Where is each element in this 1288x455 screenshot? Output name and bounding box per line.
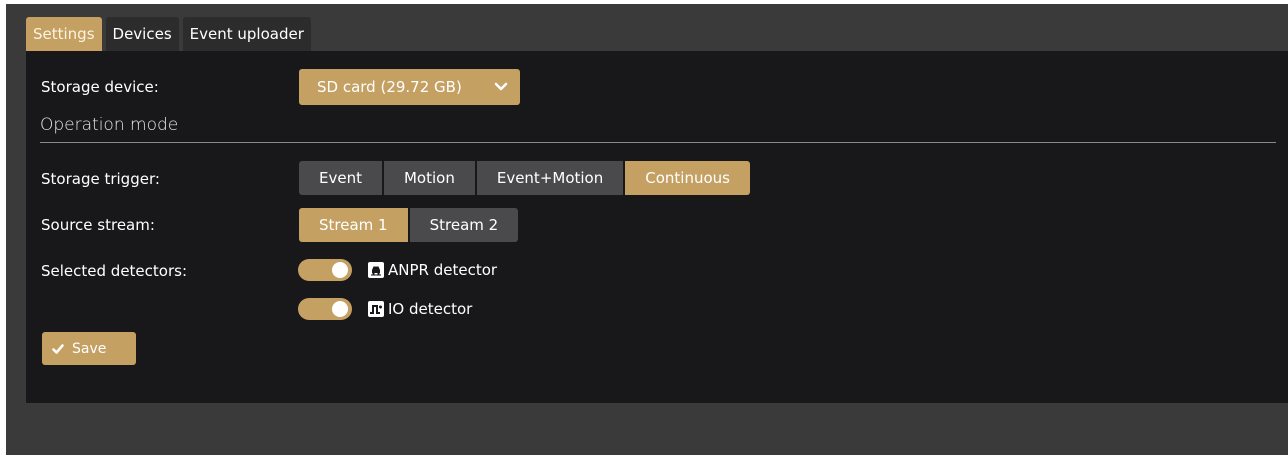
io-detector-toggle[interactable]	[298, 298, 352, 320]
tab-settings[interactable]: Settings	[26, 17, 102, 51]
selected-detectors-label: Selected detectors:	[41, 262, 187, 280]
trigger-continuous-button[interactable]: Continuous	[625, 161, 750, 195]
source-stream-group: Stream 1 Stream 2	[299, 208, 519, 242]
trigger-event-button[interactable]: Event	[299, 161, 382, 195]
chevron-down-icon	[494, 82, 508, 91]
io-detector-label: IO detector	[388, 300, 473, 318]
settings-panel: Storage device: SD card (29.72 GB) Opera…	[26, 51, 1288, 403]
stream-2-button[interactable]: Stream 2	[409, 208, 519, 242]
storage-device-label: Storage device:	[41, 78, 159, 96]
trigger-event-motion-button[interactable]: Event+Motion	[476, 161, 624, 195]
stream-1-button[interactable]: Stream 1	[299, 208, 408, 242]
operation-mode-title: Operation mode	[40, 115, 179, 135]
trigger-motion-button[interactable]: Motion	[383, 161, 475, 195]
tab-event-uploader[interactable]: Event uploader	[182, 17, 311, 51]
toggle-knob	[332, 262, 348, 278]
anpr-detector-toggle[interactable]	[298, 259, 352, 281]
storage-device-value: SD card (29.72 GB)	[317, 78, 462, 96]
detector-row-anpr: ANPR detector	[298, 258, 497, 282]
save-label: Save	[72, 340, 107, 357]
section-divider	[40, 142, 1276, 143]
tab-devices[interactable]: Devices	[105, 17, 179, 51]
detector-row-io: IO detector	[298, 297, 472, 321]
storage-device-select[interactable]: SD card (29.72 GB)	[299, 69, 520, 105]
anpr-detector-label: ANPR detector	[388, 261, 498, 279]
save-button[interactable]: Save	[42, 332, 136, 365]
storage-trigger-group: Event Motion Event+Motion Continuous	[299, 161, 750, 195]
window-left-border	[0, 0, 6, 455]
window-top-border	[0, 0, 1288, 4]
check-icon	[52, 343, 64, 354]
tab-bar: Settings Devices Event uploader	[26, 17, 315, 51]
source-stream-label: Source stream:	[41, 216, 155, 234]
storage-trigger-label: Storage trigger:	[41, 170, 160, 188]
car-icon	[368, 262, 384, 278]
signal-icon	[368, 301, 384, 317]
toggle-knob	[332, 301, 348, 317]
